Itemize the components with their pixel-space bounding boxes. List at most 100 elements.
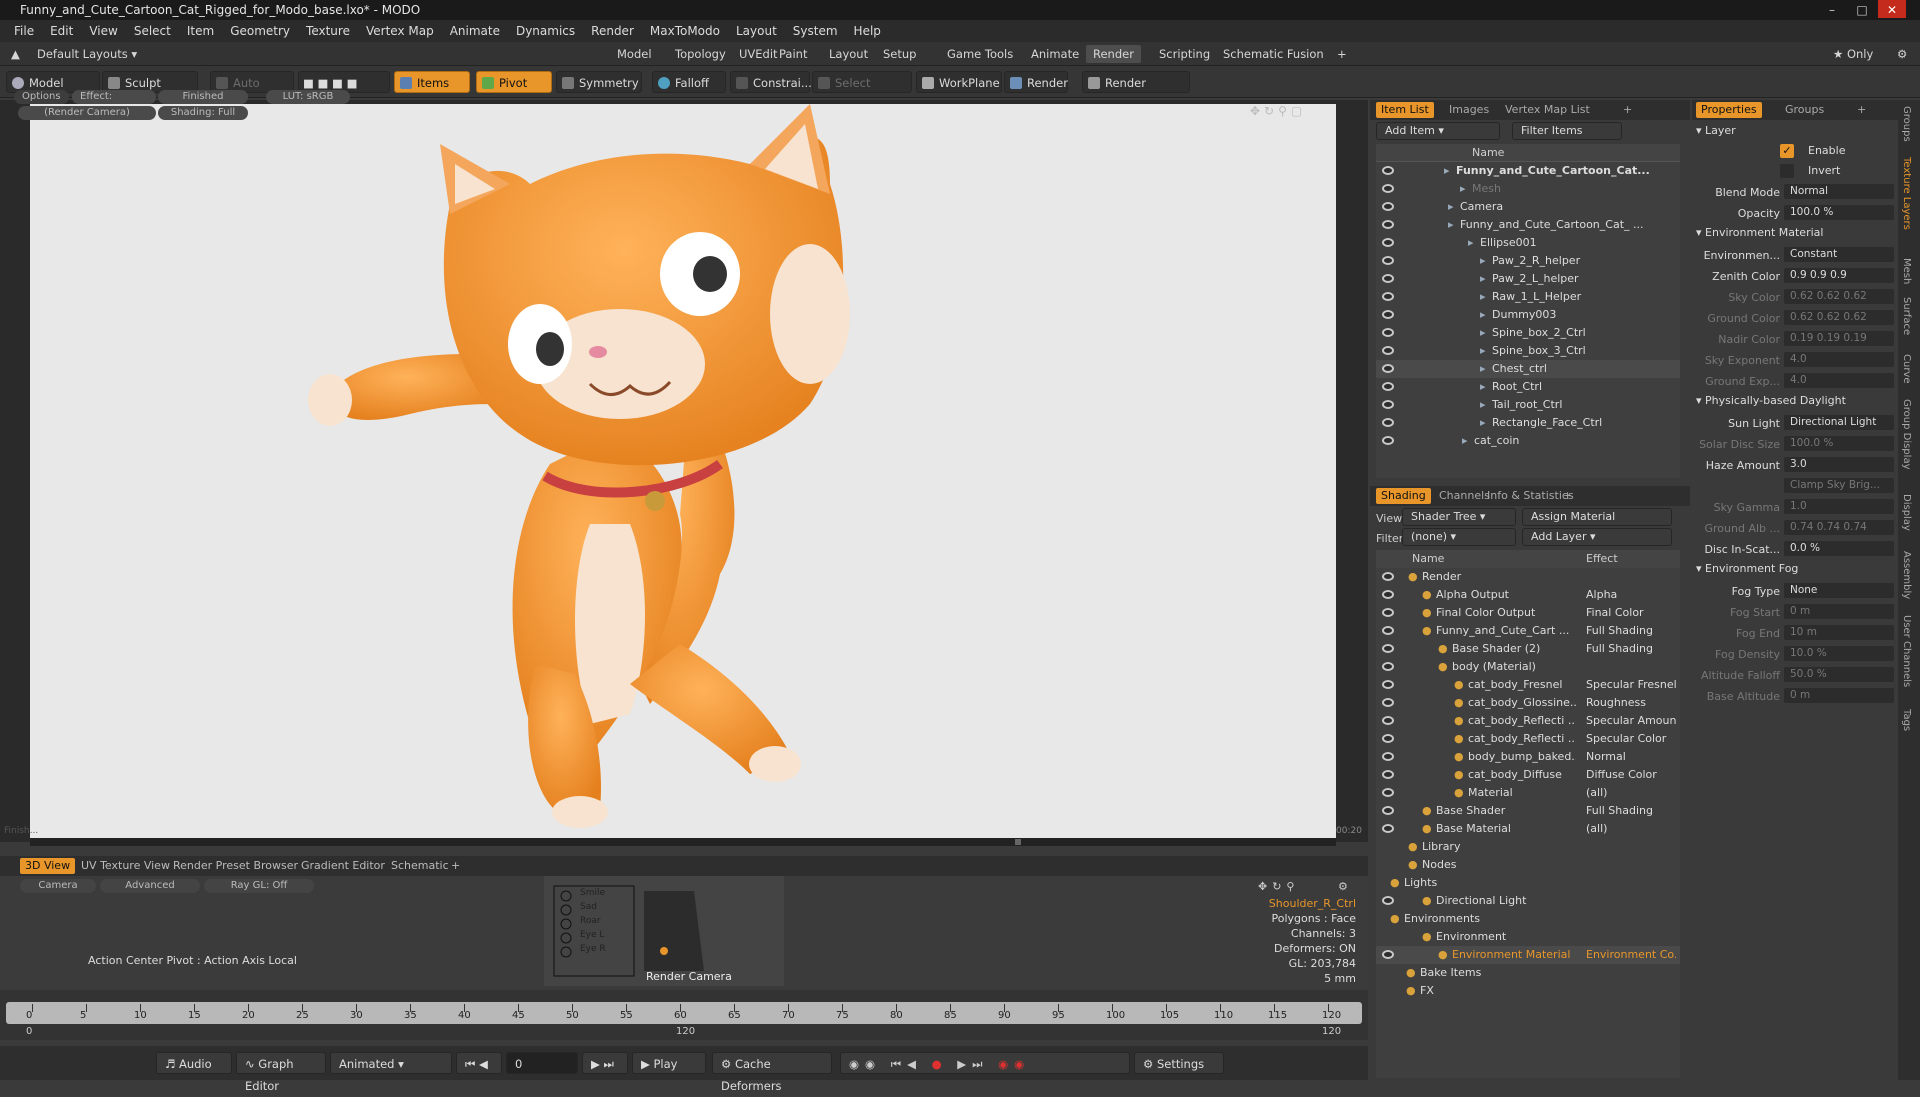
item-row[interactable]: ▸ Spine_box_3_Ctrl <box>1376 342 1680 360</box>
item-row[interactable]: ▸ Dummy003 <box>1376 306 1680 324</box>
property-section-header[interactable]: ▾ Environment Fog <box>1696 562 1798 575</box>
advanced-button[interactable]: Advanced <box>100 879 200 893</box>
visibility-eye-icon[interactable] <box>1382 400 1394 409</box>
menu-render[interactable]: Render <box>583 24 642 38</box>
shader-row[interactable]: ● Bake Items <box>1376 964 1680 982</box>
shader-row[interactable]: ● Environments <box>1376 910 1680 928</box>
layout-tab-animate[interactable]: Animate <box>1024 45 1086 63</box>
property-value-field[interactable]: 0.74 0.74 0.74 <box>1784 520 1894 535</box>
visibility-eye-icon[interactable] <box>1382 752 1394 761</box>
mini-3d-view[interactable]: Camera Advanced Ray GL: Off Action Cente… <box>0 876 1368 988</box>
properties-panel-tab[interactable]: + <box>1852 102 1871 118</box>
visibility-eye-icon[interactable] <box>1382 950 1394 959</box>
side-tab[interactable]: Groups <box>1901 106 1912 142</box>
layout-tab-render[interactable]: Render <box>1086 45 1141 63</box>
item-row[interactable]: ▸ Funny_and_Cute_Cartoon_Cat_ ... <box>1376 216 1680 234</box>
constrain-button[interactable]: Constrai... <box>730 71 812 93</box>
visibility-eye-icon[interactable] <box>1382 364 1394 373</box>
item-row[interactable]: ▸ Camera <box>1376 198 1680 216</box>
bottom-tab[interactable]: Gradient Editor <box>296 858 390 874</box>
visibility-eye-icon[interactable] <box>1382 590 1394 599</box>
shader-layer-effect[interactable]: Full Shading <box>1586 802 1676 820</box>
visibility-eye-icon[interactable] <box>1382 166 1394 175</box>
render-window-button[interactable]: Render Window <box>1082 71 1190 112</box>
item-row[interactable]: ▸ Root_Ctrl <box>1376 378 1680 396</box>
lut-dropdown[interactable]: LUT: sRGB <box>266 90 350 104</box>
shader-row[interactable]: ● Funny_and_Cute_Cart ... Full Shading <box>1376 622 1680 640</box>
menu-view[interactable]: View <box>81 24 125 38</box>
layout-tab-game-tools[interactable]: Game Tools <box>940 45 1020 63</box>
audio-button[interactable]: ♬ Audio <box>156 1052 232 1074</box>
shader-row[interactable]: ● cat_body_Reflecti ... Specular Color <box>1376 730 1680 748</box>
visibility-eye-icon[interactable] <box>1382 310 1394 319</box>
side-tab[interactable]: Mesh <box>1901 258 1912 284</box>
visibility-eye-icon[interactable] <box>1382 806 1394 815</box>
visibility-eye-icon[interactable] <box>1382 418 1394 427</box>
visibility-eye-icon[interactable] <box>1382 896 1394 905</box>
menu-help[interactable]: Help <box>846 24 889 38</box>
menu-geometry[interactable]: Geometry <box>222 24 298 38</box>
settings-button[interactable]: ⚙ Settings <box>1134 1052 1224 1074</box>
menu-layout[interactable]: Layout <box>728 24 785 38</box>
property-value-field[interactable]: Directional Light <box>1784 415 1894 430</box>
pivot-button[interactable]: Pivot <box>476 71 552 93</box>
visibility-eye-icon[interactable] <box>1382 382 1394 391</box>
bottom-tab[interactable]: UV Texture View <box>76 858 175 874</box>
layout-tab-add[interactable]: + <box>1330 45 1354 63</box>
menu-dynamics[interactable]: Dynamics <box>508 24 583 38</box>
skip-back-button[interactable]: ⏮ ◀ <box>456 1052 502 1074</box>
property-value-field[interactable]: 100.0 % <box>1784 436 1894 451</box>
item-panel-tab[interactable]: + <box>1618 102 1637 118</box>
shader-row[interactable]: ● Alpha Output Alpha <box>1376 586 1680 604</box>
shader-row[interactable]: ● Environment <box>1376 928 1680 946</box>
item-panel-tab[interactable]: Vertex Map List <box>1500 102 1595 118</box>
properties-panel-tab[interactable]: Groups <box>1780 102 1829 118</box>
side-tab[interactable]: Display <box>1901 494 1912 531</box>
only-toggle[interactable]: ★ Only <box>1826 45 1880 63</box>
visibility-eye-icon[interactable] <box>1382 770 1394 779</box>
menu-system[interactable]: System <box>785 24 846 38</box>
shader-layer-effect[interactable]: Specular Amount <box>1586 712 1676 730</box>
bottom-tab[interactable]: 3D View <box>20 858 76 874</box>
shader-row[interactable]: ● Base Shader (2) Full Shading <box>1376 640 1680 658</box>
side-tab[interactable]: Assembly <box>1901 551 1912 599</box>
property-value-field[interactable]: 0.62 0.62 0.62 <box>1784 289 1894 304</box>
shader-layer-effect[interactable]: Normal <box>1586 748 1676 766</box>
item-panel-tab[interactable]: Item List <box>1376 102 1434 118</box>
items-button[interactable]: Items <box>394 71 470 93</box>
visibility-eye-icon[interactable] <box>1382 788 1394 797</box>
shader-row[interactable]: ● Render <box>1376 568 1680 586</box>
item-row[interactable]: ▸ Paw_2_L_helper <box>1376 270 1680 288</box>
visibility-eye-icon[interactable] <box>1382 184 1394 193</box>
shader-row[interactable]: ● Environment Material Environment Co... <box>1376 946 1680 964</box>
mini-nav-icons[interactable]: ✥↻⚲ <box>1258 880 1300 893</box>
layout-tab-model[interactable]: Model <box>610 45 659 63</box>
shader-row[interactable]: ● cat_body_Glossine... Roughness <box>1376 694 1680 712</box>
camera-dropdown[interactable]: (Render Camera) <box>18 106 156 120</box>
property-value-field[interactable]: 0.0 % <box>1784 541 1894 556</box>
property-value-field[interactable]: 4.0 <box>1784 373 1894 388</box>
visibility-eye-icon[interactable] <box>1382 292 1394 301</box>
item-row[interactable]: ▸ Chest_ctrl <box>1376 360 1680 378</box>
shader-row[interactable]: ● Final Color Output Final Color <box>1376 604 1680 622</box>
visibility-eye-icon[interactable] <box>1382 734 1394 743</box>
shader-layer-effect[interactable]: Final Color <box>1586 604 1676 622</box>
shader-row[interactable]: ● Library <box>1376 838 1680 856</box>
property-value-field[interactable]: 0.9 0.9 0.9 <box>1784 268 1894 283</box>
key-tools-group[interactable]: ◉◉ ⏮◀ ● ▶⏭ ◉◉ <box>840 1052 1130 1074</box>
property-value-field[interactable]: 10 m <box>1784 625 1894 640</box>
visibility-eye-icon[interactable] <box>1382 436 1394 445</box>
shading-panel-tab[interactable]: + <box>1558 488 1577 504</box>
shader-row[interactable]: ● body_bump_baked... Normal <box>1376 748 1680 766</box>
side-tab[interactable]: Curve <box>1901 354 1912 384</box>
property-value-field[interactable]: 0.19 0.19 0.19 <box>1784 331 1894 346</box>
item-row[interactable]: ▸ Spine_box_2_Ctrl <box>1376 324 1680 342</box>
symmetry-button[interactable]: Symmetry <box>556 71 642 93</box>
shader-row[interactable]: ● cat_body_Reflecti ... Specular Amount <box>1376 712 1680 730</box>
graph-editor-button[interactable]: ∿ Graph Editor <box>236 1052 326 1093</box>
shader-layer-effect[interactable]: Alpha <box>1586 586 1676 604</box>
property-value-field[interactable]: None <box>1784 583 1894 598</box>
play-button[interactable]: ▶ Play <box>632 1052 706 1074</box>
visibility-eye-icon[interactable] <box>1382 608 1394 617</box>
visibility-eye-icon[interactable] <box>1382 256 1394 265</box>
